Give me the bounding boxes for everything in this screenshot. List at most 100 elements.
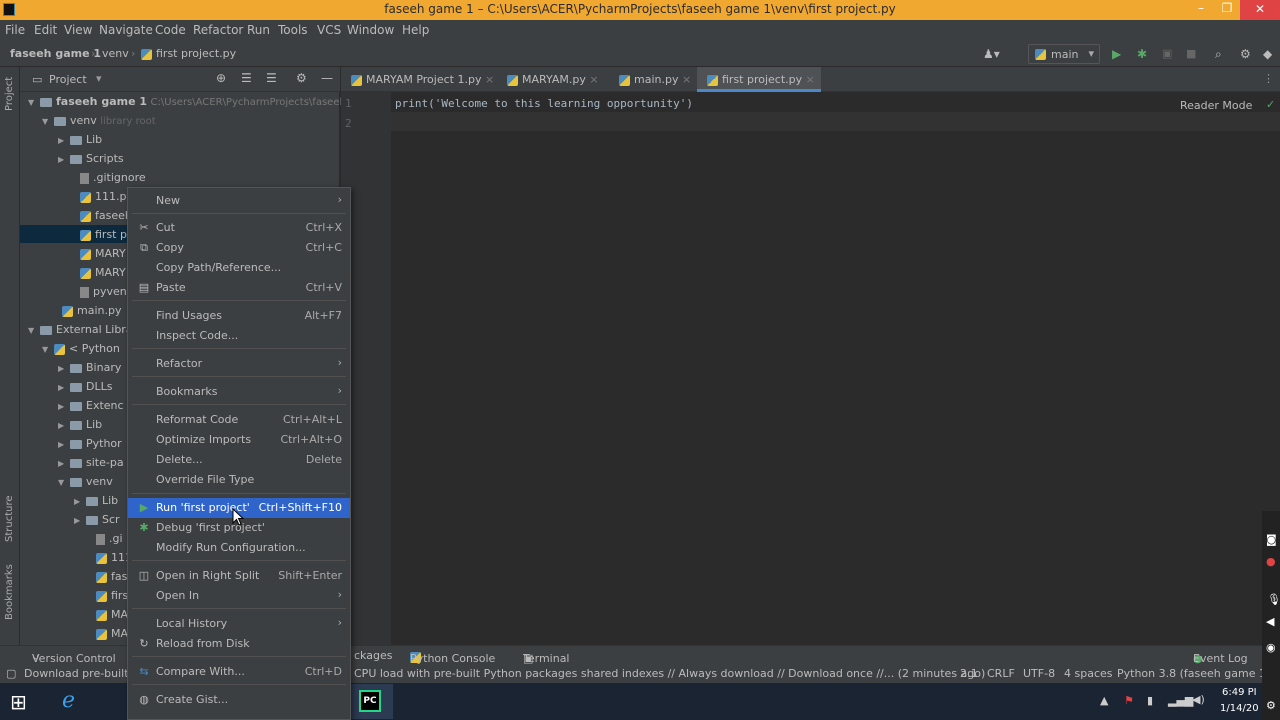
coverage-icon[interactable]: ▣ xyxy=(1162,47,1172,60)
tree-item[interactable]: MA xyxy=(96,627,128,645)
menu-item-new[interactable]: New › xyxy=(128,191,350,211)
tree-item[interactable]: ▶ Scripts xyxy=(58,152,124,170)
locate-icon[interactable]: ⊕ xyxy=(216,71,226,85)
menu-item-local-history[interactable]: Local History › xyxy=(128,614,350,634)
expand-all-icon[interactable]: ☰ xyxy=(241,71,252,85)
tree-item[interactable]: ▶ Scr xyxy=(74,513,120,531)
python-packages-icon[interactable]: ◆ xyxy=(1263,47,1272,61)
tree-item[interactable]: MARY xyxy=(80,247,126,265)
menu-item-reformat-code[interactable]: Reformat Code Ctrl+Alt+L xyxy=(128,410,350,430)
tree-item[interactable]: ▶ site-pa xyxy=(58,456,124,474)
tree-item[interactable]: 111.py xyxy=(80,190,133,208)
tree-item[interactable]: ▶ Binary xyxy=(58,361,121,379)
chevron-down-icon[interactable]: ▾ xyxy=(96,72,102,85)
collapse-all-icon[interactable]: ☰ xyxy=(266,71,277,85)
tree-item[interactable]: fas xyxy=(96,570,127,588)
camera-icon[interactable]: ◙ xyxy=(1266,533,1277,546)
clock-date[interactable]: 1/14/20 xyxy=(1220,703,1259,714)
tree-item[interactable]: MA xyxy=(96,608,128,626)
clock-time[interactable]: 6:49 PI xyxy=(1222,687,1257,698)
minimize-icon[interactable]: – xyxy=(1192,1,1210,15)
breadcrumb-project[interactable]: faseeh game 1 xyxy=(10,47,101,60)
code-editor[interactable]: print('Welcome to this learning opportun… xyxy=(391,92,1280,645)
menu-item-copy[interactable]: ⧉ Copy Ctrl+C xyxy=(128,238,350,258)
breadcrumb-venv[interactable]: venv xyxy=(102,47,129,60)
menu-item-delete[interactable]: Delete... Delete xyxy=(128,450,350,470)
menu-code[interactable]: Code xyxy=(155,23,186,37)
project-tool-tab[interactable]: Project xyxy=(4,77,15,111)
menu-window[interactable]: Window xyxy=(347,23,394,37)
tree-item[interactable]: ▶ DLLs xyxy=(58,380,112,398)
tree-item[interactable]: ▼ < Python xyxy=(42,342,120,360)
tree-item[interactable]: firs xyxy=(96,589,128,607)
close-icon[interactable]: × xyxy=(682,73,691,86)
menu-item-cut[interactable]: ✂ Cut Ctrl+X xyxy=(128,218,350,238)
gear-icon[interactable]: ⚙ xyxy=(1240,47,1251,61)
menu-run[interactable]: Run xyxy=(247,23,270,37)
menu-tools[interactable]: Tools xyxy=(278,23,308,37)
tray-flag-icon[interactable]: ⚑ xyxy=(1124,694,1134,707)
restore-icon[interactable]: ❐ xyxy=(1218,1,1236,15)
close-icon[interactable]: × xyxy=(589,73,598,86)
menu-view[interactable]: View xyxy=(64,23,92,37)
user-icon[interactable]: ♟▾ xyxy=(983,47,1000,61)
menu-item-copy-path[interactable]: Copy Path/Reference... xyxy=(128,258,350,278)
status-square-icon[interactable]: ▢ xyxy=(6,667,16,680)
debug-icon[interactable]: ✱ xyxy=(1137,47,1147,61)
menu-item-bookmarks[interactable]: Bookmarks › xyxy=(128,382,350,402)
tree-item[interactable]: ▼ External Libra xyxy=(28,323,133,341)
menu-vcs[interactable]: VCS xyxy=(317,23,341,37)
tab-maryam-project-1[interactable]: MARYAM Project 1.py × xyxy=(341,67,500,92)
project-view-label[interactable]: Project xyxy=(49,73,87,86)
menu-navigate[interactable]: Navigate xyxy=(99,23,153,37)
tree-item-selected[interactable]: first pr xyxy=(80,228,132,246)
menu-item-create-gist[interactable]: ◍ Create Gist... xyxy=(128,690,350,710)
tree-item[interactable]: main.py xyxy=(62,304,121,322)
reader-mode-button[interactable]: Reader Mode xyxy=(1180,99,1252,112)
menu-help[interactable]: Help xyxy=(402,23,429,37)
windows-start-icon[interactable]: ⊞ xyxy=(10,690,27,714)
stop-icon[interactable]: ■ xyxy=(1186,47,1196,60)
menu-item-modify-run-config[interactable]: Modify Run Configuration... xyxy=(128,538,350,558)
structure-tool-tab[interactable]: Structure xyxy=(4,495,15,542)
webcam-icon[interactable]: ◉ xyxy=(1266,641,1276,654)
menu-item-override-file-type[interactable]: Override File Type xyxy=(128,470,350,490)
caret-position[interactable]: 2:1 xyxy=(960,667,978,680)
search-icon[interactable]: ⌕ xyxy=(1215,47,1222,62)
close-icon[interactable]: × xyxy=(485,73,494,86)
menu-file[interactable]: File xyxy=(5,23,25,37)
indent-setting[interactable]: 4 spaces xyxy=(1064,667,1113,680)
tray-volume-icon[interactable]: ◀) xyxy=(1192,693,1205,706)
menu-item-paste[interactable]: ▤ Paste Ctrl+V xyxy=(128,278,350,298)
record-icon[interactable]: ● xyxy=(1266,555,1276,568)
more-tabs-icon[interactable]: ⋮ xyxy=(1263,72,1274,85)
settings-icon[interactable]: ⚙ xyxy=(1266,699,1276,712)
tab-main[interactable]: main.py × xyxy=(609,67,697,92)
run-config-select[interactable]: main ▾ xyxy=(1028,44,1100,64)
tab-first-project[interactable]: first project.py × xyxy=(697,67,821,92)
status-message[interactable]: CPU load with pre-built Python packages … xyxy=(354,667,985,680)
packages-tab[interactable]: ckages xyxy=(354,649,392,662)
python-interpreter[interactable]: Python 3.8 (faseeh game 1) xyxy=(1117,667,1270,680)
menu-item-refactor[interactable]: Refactor › xyxy=(128,354,350,374)
tree-item[interactable]: .gi xyxy=(96,532,123,550)
tree-item[interactable]: faseeh xyxy=(80,209,132,227)
tree-item[interactable]: ▶ Lib xyxy=(74,494,118,512)
tree-item[interactable]: ▼ venv xyxy=(58,475,113,493)
internet-explorer-icon[interactable]: ℯ xyxy=(62,688,75,713)
tree-item[interactable]: ▶ Pythor xyxy=(58,437,122,455)
menu-item-optimize-imports[interactable]: Optimize Imports Ctrl+Alt+O xyxy=(128,430,350,450)
menu-refactor[interactable]: Refactor xyxy=(193,23,243,37)
menu-item-reload-from-disk[interactable]: ↻ Reload from Disk xyxy=(128,634,350,654)
breadcrumb-file[interactable]: first project.py xyxy=(141,47,236,60)
tree-item[interactable]: ▶ Extenc xyxy=(58,399,124,417)
tree-item[interactable]: pyven xyxy=(80,285,127,303)
run-icon[interactable]: ▶ xyxy=(1112,47,1121,61)
gear-icon[interactable]: ⚙ xyxy=(296,71,307,85)
tree-root[interactable]: ▼ faseeh game 1 C:\Users\ACER\PycharmProj… xyxy=(28,95,346,113)
tray-expand-icon[interactable]: ▲ xyxy=(1100,694,1108,707)
microphone-icon[interactable]: 🎙 xyxy=(1267,593,1280,606)
tab-maryam[interactable]: MARYAM.py × xyxy=(497,67,605,92)
menu-item-compare-with[interactable]: ⇆ Compare With... Ctrl+D xyxy=(128,662,350,682)
tree-item[interactable]: ▶ Lib xyxy=(58,133,102,151)
